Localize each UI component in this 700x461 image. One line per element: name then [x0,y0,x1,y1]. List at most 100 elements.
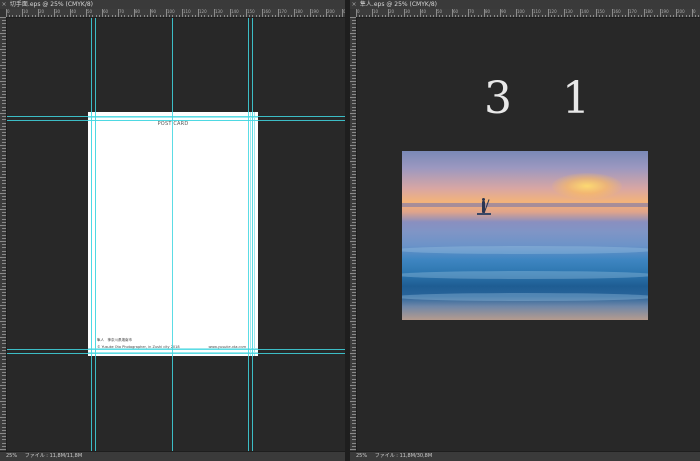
ruler-label: 0 [357,9,360,14]
postcard-title: POST CARD [157,121,189,127]
ruler-tick [105,15,107,17]
ruler-tick [352,170,356,172]
ruler-tick [2,202,6,204]
horizontal-guide[interactable] [7,120,345,121]
ruler-tick [368,15,370,17]
postcard-address: 隼人 神奈川県湘南市 [97,338,132,342]
ruler-tick [2,375,6,377]
ruler-tick [223,15,225,17]
ruler-tick [695,15,697,17]
ruler-tick [0,289,6,290]
horizontal-guide[interactable] [7,116,345,117]
ruler-tick [2,55,6,57]
ruler-tick [265,15,267,17]
ruler-tick [2,154,6,156]
ruler-label: 70 [119,9,125,14]
ruler-tick [0,417,6,418]
ruler-tick [602,15,604,17]
ruler-tick [352,109,356,111]
zoom-level[interactable]: 25% [6,453,17,459]
right-document-window[interactable]: × 隼人.eps @ 25% (CMYK/8) 0 10 20 30 40 50 60 70 8… [350,0,700,461]
ruler-tick [352,202,356,204]
zoom-level[interactable]: 25% [356,453,367,459]
vertical-guide[interactable] [252,18,253,451]
ruler-tick [352,87,356,89]
ruler-tick [352,20,356,22]
ruler-tick [127,15,129,17]
ruler-tick [352,317,356,319]
ruler-label: 110 [183,9,191,14]
ruler-tick [2,151,6,153]
ruler-tick [666,15,668,17]
ruler-label: 160 [263,9,271,14]
right-document-tab[interactable]: × 隼人.eps @ 25% (CMYK/8) [350,0,700,9]
ruler-tick [2,100,6,102]
ruler-tick [350,49,356,50]
ruler-tick [2,436,6,438]
ruler-tick [2,189,6,191]
vertical-guide[interactable] [172,18,173,451]
ruler-tick [287,15,289,17]
ruler-tick [0,33,6,34]
ruler-tick [2,173,6,175]
ruler-tick [2,301,6,303]
ruler-tick [352,279,356,281]
horizontal-guide[interactable] [7,353,345,354]
ruler-tick [2,340,6,342]
vertical-guide[interactable] [91,18,92,451]
ruler-tick [191,15,193,17]
ruler-tick [2,298,6,300]
ruler-tick [92,15,94,17]
ruler-label: 90 [501,9,507,14]
ruler-tick [2,413,6,415]
horizontal-ruler[interactable]: 0 10 20 30 40 50 60 70 80 90 100 110 120 130 140 150 160… [6,9,345,18]
ruler-tick [2,109,6,111]
ruler-tick [352,253,356,255]
ruler-tick [2,132,6,134]
close-icon[interactable]: × [0,0,8,9]
vertical-ruler[interactable] [0,17,7,452]
left-document-tab[interactable]: × 切手面.eps @ 25% (CMYK/8) [0,0,345,9]
left-document-window[interactable]: × 切手面.eps @ 25% (CMYK/8) 0 10 20 30 40 50 60 70… [0,0,345,461]
vertical-guide[interactable] [248,18,249,451]
ruler-tick [589,15,591,17]
ruler-tick [2,346,6,348]
ruler-tick [0,17,6,18]
ruler-tick [34,15,36,17]
ruler-tick [352,327,356,329]
ruler-tick [18,15,20,17]
ruler-tick [352,285,356,287]
ruler-tick [98,15,100,17]
ruler-tick [2,333,6,335]
ruler-tick [350,449,356,450]
close-icon[interactable]: × [350,0,358,9]
ruler-tick [2,372,6,374]
file-size[interactable]: ファイル : 11,8M/30,8M [375,453,432,459]
ruler-tick [416,15,418,17]
ruler-tick [350,161,356,162]
horizon [402,203,648,207]
wave [402,271,648,279]
ruler-tick [188,15,190,17]
ruler-tick [2,445,6,447]
ruler-tick [2,269,6,271]
ruler-tick [352,391,356,393]
left-canvas[interactable]: POST CARD 隼人 神奈川県湘南市 © Yusuke Ota Photog… [7,18,345,451]
ruler-tick [28,15,30,17]
vertical-ruler[interactable] [350,17,357,452]
ruler-tick [352,26,356,28]
horizontal-ruler[interactable]: 0 10 20 30 40 50 60 70 80 90 100 110 120 130 140 150 160… [356,9,700,18]
ruler-tick [217,15,219,17]
ruler-tick [352,340,356,342]
ruler-tick [352,55,356,57]
horizontal-guide[interactable] [7,349,345,350]
paddle-board [477,213,491,215]
vertical-guide[interactable] [95,18,96,451]
ruler-tick [352,71,356,73]
ruler-tick [352,84,356,86]
ruler-tick [352,436,356,438]
wave [402,293,648,301]
ruler-tick [352,36,356,38]
right-canvas[interactable]: 3 1 [357,18,700,451]
file-size[interactable]: ファイル : 11,8M/11,8M [25,453,82,459]
